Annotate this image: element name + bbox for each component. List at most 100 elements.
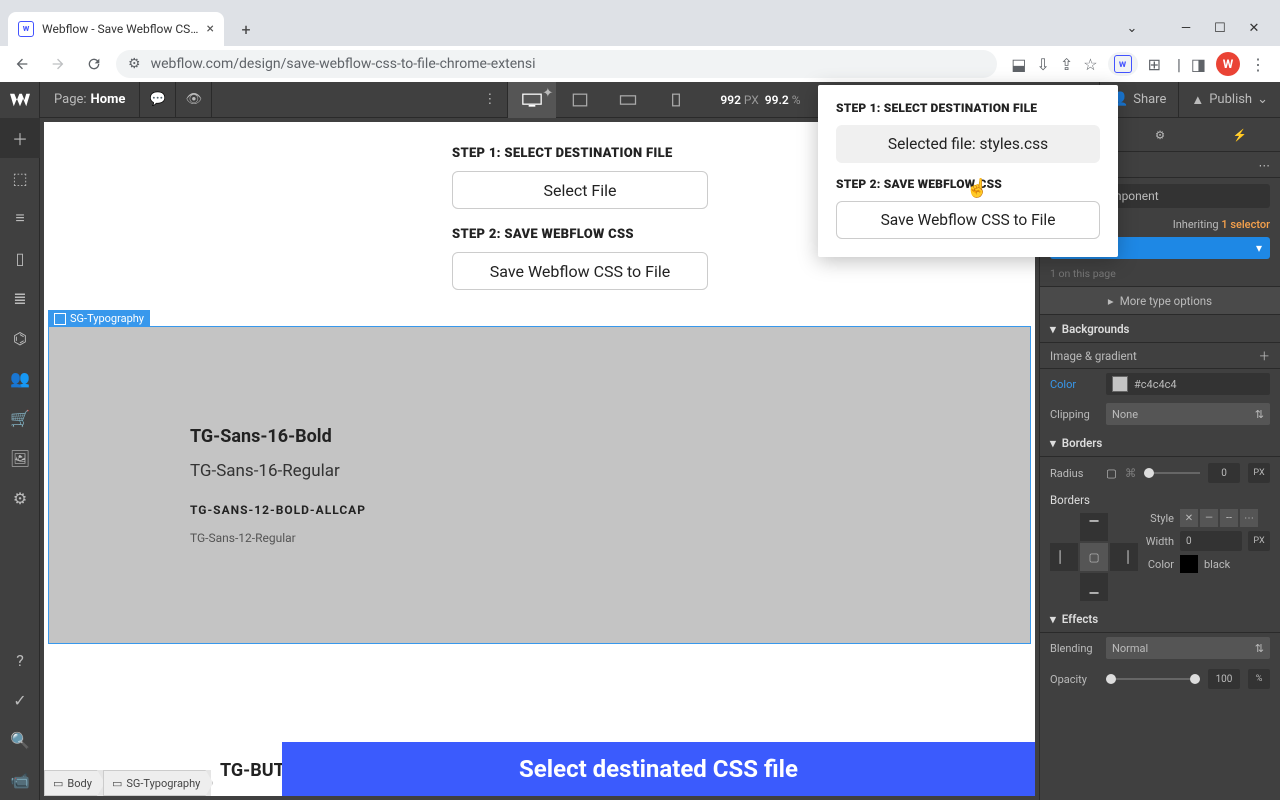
effects-section[interactable]: ▾Effects bbox=[1040, 605, 1280, 633]
borders-section[interactable]: ▾Borders bbox=[1040, 429, 1280, 457]
clipping-select[interactable]: None⇅ bbox=[1106, 403, 1270, 425]
profile-avatar[interactable]: W bbox=[1216, 52, 1240, 76]
tree-icon[interactable]: ⌬ bbox=[0, 318, 40, 358]
maximize-icon[interactable]: ☐ bbox=[1214, 21, 1226, 36]
bookmark-icon[interactable]: ☆ bbox=[1083, 55, 1097, 74]
borders-sublabel: Borders bbox=[1040, 489, 1280, 509]
install-icon[interactable]: ⬓ bbox=[1011, 55, 1026, 74]
audit-icon[interactable]: ✓ bbox=[0, 680, 40, 720]
close-window-icon[interactable]: ✕ bbox=[1248, 21, 1260, 36]
add-element-icon[interactable]: ＋ bbox=[0, 118, 40, 158]
extensions-icon[interactable]: ⊞ bbox=[1148, 55, 1161, 74]
opacity-value[interactable]: 100 bbox=[1208, 669, 1240, 689]
download-icon[interactable]: ⇩ bbox=[1036, 55, 1049, 74]
radius-value[interactable]: 0 bbox=[1208, 463, 1240, 483]
add-icon[interactable]: ＋ bbox=[1259, 348, 1271, 364]
select-file-button[interactable]: Select File bbox=[452, 171, 708, 209]
save-css-button[interactable]: Save Webflow CSS to File bbox=[452, 252, 708, 290]
blending-select[interactable]: Normal⇅ bbox=[1106, 637, 1270, 659]
rocket-icon: ▲ bbox=[1191, 92, 1204, 108]
active-tab[interactable]: w Webflow - Save Webflow CSS t… × bbox=[8, 12, 224, 46]
chevron-right-icon: ▸ bbox=[1108, 294, 1114, 308]
radius-corners-icon[interactable]: ⌘ bbox=[1125, 466, 1137, 480]
back-button[interactable] bbox=[8, 50, 36, 78]
browser-toolbar: ⚙ webflow.com/design/save-webflow-css-to… bbox=[0, 46, 1280, 82]
color-swatch[interactable] bbox=[1112, 376, 1128, 392]
border-left[interactable]: ▏ bbox=[1050, 543, 1078, 571]
radius-slider[interactable] bbox=[1144, 472, 1200, 474]
radius-mode-icon[interactable]: ▢ bbox=[1106, 466, 1117, 480]
mobile-landscape-breakpoint[interactable] bbox=[604, 82, 652, 118]
interactions-tab-icon[interactable]: ⚡ bbox=[1200, 118, 1280, 151]
help-icon[interactable]: ? bbox=[0, 640, 40, 680]
star-icon: ✦ bbox=[542, 86, 548, 92]
comments-icon[interactable]: 💬 bbox=[140, 82, 176, 118]
webflow-logo-icon[interactable] bbox=[0, 82, 40, 118]
address-bar[interactable]: ⚙ webflow.com/design/save-webflow-css-to… bbox=[116, 50, 997, 78]
selection-tag[interactable]: SG-Typography bbox=[48, 310, 150, 327]
site-settings-icon[interactable]: ⚙ bbox=[128, 56, 141, 72]
border-side-selector[interactable]: ▔ ▏▢▕ ▁ bbox=[1050, 513, 1138, 601]
radius-unit[interactable]: PX bbox=[1248, 463, 1270, 483]
crumb-selection[interactable]: ▭ SG-Typography bbox=[103, 770, 213, 796]
opacity-unit[interactable]: % bbox=[1248, 669, 1270, 689]
toolbar-menu-icon[interactable]: ⋮ bbox=[472, 82, 508, 118]
tablet-breakpoint[interactable] bbox=[556, 82, 604, 118]
layers-icon[interactable]: ≡ bbox=[0, 198, 40, 238]
pages-icon[interactable]: ▯ bbox=[0, 238, 40, 278]
webflow-extension-button[interactable]: w bbox=[1108, 52, 1138, 76]
left-rail: ＋ ⬚ ≡ ▯ ≣ ⌬ 👥 🛒 🖼 ⚙ ? ✓ 🔍 📹 bbox=[0, 118, 40, 800]
border-style-buttons[interactable]: ✕―╌⋯ bbox=[1180, 509, 1258, 527]
sidepanel-icon[interactable]: ◨ bbox=[1191, 55, 1206, 74]
border-all[interactable]: ▢ bbox=[1080, 543, 1108, 571]
image-gradient-row: Image & gradient＋ bbox=[1040, 343, 1280, 369]
border-bottom[interactable]: ▁ bbox=[1080, 573, 1108, 601]
preview-icon[interactable]: 👁 bbox=[176, 82, 212, 118]
video-icon[interactable]: 📹 bbox=[0, 760, 40, 800]
border-width-input[interactable]: 0 bbox=[1180, 531, 1242, 551]
assets-icon[interactable]: 🖼 bbox=[0, 438, 40, 478]
crumb-body[interactable]: ▭ Body bbox=[44, 770, 105, 796]
ecommerce-icon[interactable]: 🛒 bbox=[0, 398, 40, 438]
mobile-breakpoint[interactable] bbox=[652, 82, 700, 118]
more-type-options[interactable]: ▸More type options bbox=[1040, 287, 1280, 315]
users-icon[interactable]: 👥 bbox=[0, 358, 40, 398]
settings-icon[interactable]: ⚙ bbox=[0, 478, 40, 518]
backgrounds-section[interactable]: ▾Backgrounds bbox=[1040, 315, 1280, 343]
opacity-slider[interactable] bbox=[1106, 678, 1200, 680]
desktop-breakpoint[interactable]: ✦ bbox=[508, 82, 556, 118]
chevron-down-icon[interactable]: ▾ bbox=[1256, 241, 1262, 255]
share-page-icon[interactable]: ⇪ bbox=[1060, 55, 1073, 74]
clipping-label: Clipping bbox=[1050, 408, 1098, 421]
page-selector[interactable]: Page:Home bbox=[40, 82, 140, 118]
opacity-label: Opacity bbox=[1050, 673, 1098, 686]
chevron-down-icon: ⌄ bbox=[1257, 92, 1268, 107]
breadcrumb: ▭ Body ▭ SG-Typography bbox=[44, 770, 211, 796]
reload-button[interactable] bbox=[80, 50, 108, 78]
typo-sample: TG-Sans-16-Bold bbox=[190, 426, 366, 447]
settings-tab-icon[interactable]: ⚙ bbox=[1120, 118, 1200, 151]
new-tab-button[interactable]: + bbox=[232, 15, 260, 43]
selected-file-button[interactable]: Selected file: styles.css bbox=[836, 125, 1100, 163]
popup-save-button[interactable]: Save Webflow CSS to File bbox=[836, 201, 1100, 239]
border-top[interactable]: ▔ bbox=[1080, 513, 1108, 541]
typography-samples: TG-Sans-16-Bold TG-Sans-16-Regular TG-SA… bbox=[190, 426, 366, 545]
close-tab-icon[interactable]: × bbox=[207, 21, 214, 37]
select-arrows-icon: ⇅ bbox=[1255, 408, 1264, 421]
radius-label: Radius bbox=[1050, 467, 1098, 480]
typo-sample: TG-Sans-12-Regular bbox=[190, 531, 366, 545]
window-controls: ⌄ ― ☐ ✕ bbox=[1126, 21, 1272, 46]
cms-icon[interactable]: ≣ bbox=[0, 278, 40, 318]
box-icon[interactable]: ⬚ bbox=[0, 158, 40, 198]
search-icon[interactable]: 🔍 bbox=[0, 720, 40, 760]
tabs-dropdown-icon[interactable]: ⌄ bbox=[1126, 21, 1138, 36]
forward-button[interactable] bbox=[44, 50, 72, 78]
chrome-menu-icon[interactable]: ⋮ bbox=[1250, 55, 1266, 74]
minimize-icon[interactable]: ― bbox=[1180, 21, 1192, 36]
more-icon[interactable]: ⋯ bbox=[1259, 158, 1271, 172]
toast-banner: Select destinated CSS file bbox=[282, 742, 1035, 796]
border-color-swatch[interactable] bbox=[1180, 555, 1198, 573]
publish-button[interactable]: ▲Publish⌄ bbox=[1178, 82, 1280, 118]
border-right[interactable]: ▕ bbox=[1110, 543, 1138, 571]
bg-color-input[interactable]: #c4c4c4 bbox=[1106, 373, 1270, 395]
